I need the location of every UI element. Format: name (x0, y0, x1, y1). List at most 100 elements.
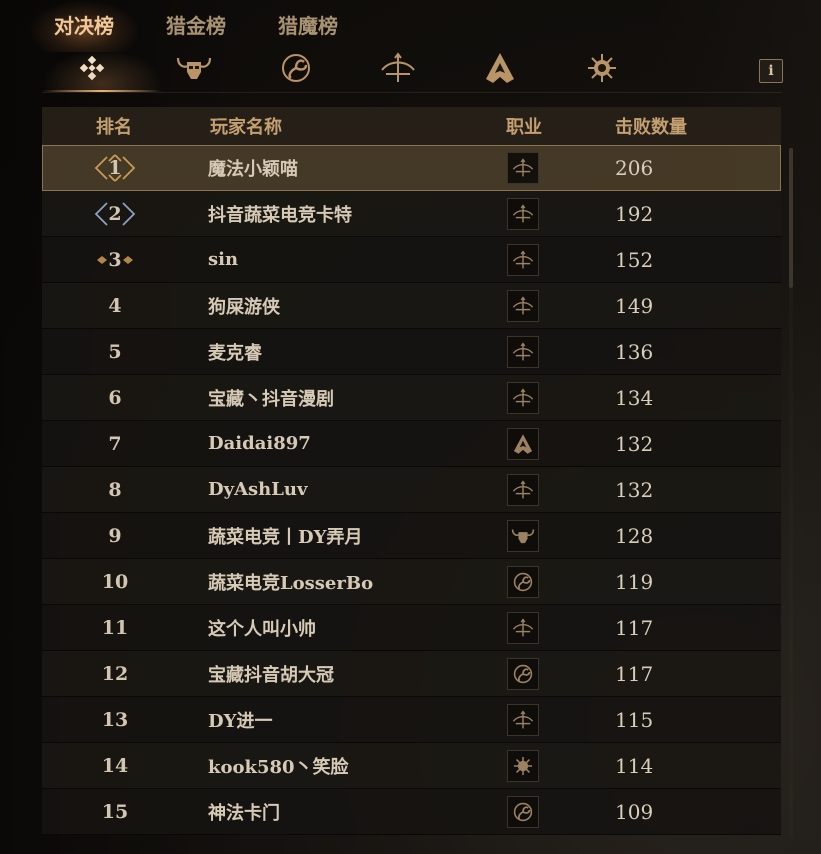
class-cell (464, 519, 582, 552)
table-row[interactable]: 12 宝藏抖音胡大冠 117 (42, 651, 781, 697)
filter-barbarian[interactable] (164, 50, 224, 90)
kill-count: 128 (615, 523, 654, 548)
bow-icon (507, 473, 539, 506)
player-name: DY进一 (208, 710, 273, 732)
bronze-medal-icon: 3 (89, 245, 141, 275)
rank-number: 1 (108, 156, 122, 179)
barbarian-helm-icon (507, 519, 539, 552)
rank-number: 6 (108, 386, 122, 409)
rank-cell: 13 (42, 709, 188, 731)
kill-count: 117 (615, 661, 654, 686)
bow-icon (378, 52, 418, 88)
table-row[interactable]: 2 抖音蔬菜电竞卡特 192 (42, 191, 781, 237)
kill-count: 109 (615, 799, 654, 824)
filter-triskelion[interactable] (266, 50, 326, 90)
bow-icon (507, 151, 539, 184)
sun-icon (507, 749, 539, 782)
rank-number: 4 (108, 294, 122, 317)
rank-number: 14 (101, 754, 129, 777)
bow-icon (507, 243, 539, 276)
rank-number: 12 (101, 662, 129, 685)
player-name: 蔬菜电竞丨DY弄月 (208, 526, 363, 548)
table-body: 1 魔法小颖喵 206 2 抖音蔬菜电竞卡特 192 3 sin 152 4 狗屎游侠 149 5 麦克睿… (42, 145, 781, 835)
tab-gold[interactable]: 猎金榜 (140, 0, 252, 52)
player-name: 宝藏抖音胡大冠 (208, 664, 334, 686)
class-cell (464, 657, 582, 690)
tab-duel[interactable]: 对决榜 (28, 0, 140, 52)
kill-count: 149 (615, 293, 654, 318)
header-rank: 排名 (96, 117, 132, 138)
kill-count: 192 (615, 201, 654, 226)
table-row[interactable]: 14 kook580丶笑脸 114 (42, 743, 781, 789)
table-row[interactable]: 15 神法卡门 109 (42, 789, 781, 835)
rank-number: 2 (108, 202, 122, 225)
class-cell (464, 565, 582, 598)
scrollbar-thumb[interactable] (789, 148, 793, 288)
class-cell (464, 289, 582, 322)
table-row[interactable]: 3 sin 152 (42, 237, 781, 283)
table-row[interactable]: 7 Daidai897 132 (42, 421, 781, 467)
filter-hooded[interactable] (470, 50, 530, 90)
rank-number: 15 (101, 800, 129, 823)
triskelion-icon (507, 795, 539, 828)
table-row[interactable]: 9 蔬菜电竞丨DY弄月 128 (42, 513, 781, 559)
player-name: 魔法小颖喵 (208, 158, 298, 180)
table-row[interactable]: 8 DyAshLuv 132 (42, 467, 781, 513)
player-name: 这个人叫小帅 (208, 618, 316, 640)
triskelion-icon (279, 51, 313, 89)
sun-icon (585, 51, 619, 89)
rank-number: 7 (108, 432, 122, 455)
rank-number: 9 (108, 524, 122, 547)
rank-cell: 10 (42, 571, 188, 593)
silver-medal-icon: 2 (89, 199, 141, 229)
player-name: 狗屎游侠 (208, 296, 280, 318)
kill-count: 152 (615, 247, 654, 272)
table-row[interactable]: 5 麦克睿 136 (42, 329, 781, 375)
rank-cell: 4 (42, 295, 188, 317)
filter-divider (42, 92, 782, 93)
kill-count: 114 (615, 753, 654, 778)
table-header: 排名 玩家名称 职业 击败数量 (42, 107, 781, 145)
filter-sun[interactable] (572, 50, 632, 90)
rank-cell: 11 (42, 617, 188, 639)
player-name: sin (208, 249, 239, 270)
player-name: 宝藏丶抖音漫剧 (208, 388, 334, 410)
player-name: 抖音蔬菜电竞卡特 (208, 204, 352, 226)
table-row[interactable]: 10 蔬菜电竞LosserBo 119 (42, 559, 781, 605)
kill-count: 115 (615, 707, 654, 732)
leaderboard-table: 排名 玩家名称 职业 击败数量 1 魔法小颖喵 206 2 抖音蔬菜电竞卡特 192 3 si… (42, 107, 781, 835)
hooded-figure-icon (483, 51, 517, 89)
rank-number: 11 (101, 616, 129, 639)
rank-number: 10 (101, 570, 129, 593)
tab-demon[interactable]: 猎魔榜 (252, 0, 364, 52)
table-row[interactable]: 1 魔法小颖喵 206 (42, 145, 781, 191)
table-row[interactable]: 6 宝藏丶抖音漫剧 134 (42, 375, 781, 421)
table-row[interactable]: 11 这个人叫小帅 117 (42, 605, 781, 651)
class-cell (464, 381, 582, 414)
player-name: 麦克睿 (208, 342, 262, 364)
barbarian-helm-icon (174, 52, 214, 88)
kill-count: 134 (615, 385, 654, 410)
header-kills: 击败数量 (615, 117, 687, 138)
class-cell (464, 795, 582, 828)
rank-cell: 3 (42, 245, 188, 275)
table-row[interactable]: 13 DY进一 115 (42, 697, 781, 743)
info-button[interactable]: i (759, 59, 783, 83)
hooded-figure-icon (507, 427, 539, 460)
rank-number: 3 (108, 248, 122, 271)
kill-count: 119 (615, 569, 654, 594)
class-cell (464, 703, 582, 736)
table-row[interactable]: 4 狗屎游侠 149 (42, 283, 781, 329)
kill-count: 117 (615, 615, 654, 640)
bow-icon (507, 197, 539, 230)
filter-archer[interactable] (368, 50, 428, 90)
filter-all-classes[interactable] (42, 50, 162, 92)
all-classes-diamond-icon (78, 54, 106, 86)
triskelion-icon (507, 657, 539, 690)
bow-icon (507, 703, 539, 736)
rank-cell: 1 (42, 153, 188, 183)
rank-cell: 5 (42, 341, 188, 363)
rank-cell: 14 (42, 755, 188, 777)
kill-count: 206 (615, 155, 654, 180)
kill-count: 132 (615, 477, 654, 502)
